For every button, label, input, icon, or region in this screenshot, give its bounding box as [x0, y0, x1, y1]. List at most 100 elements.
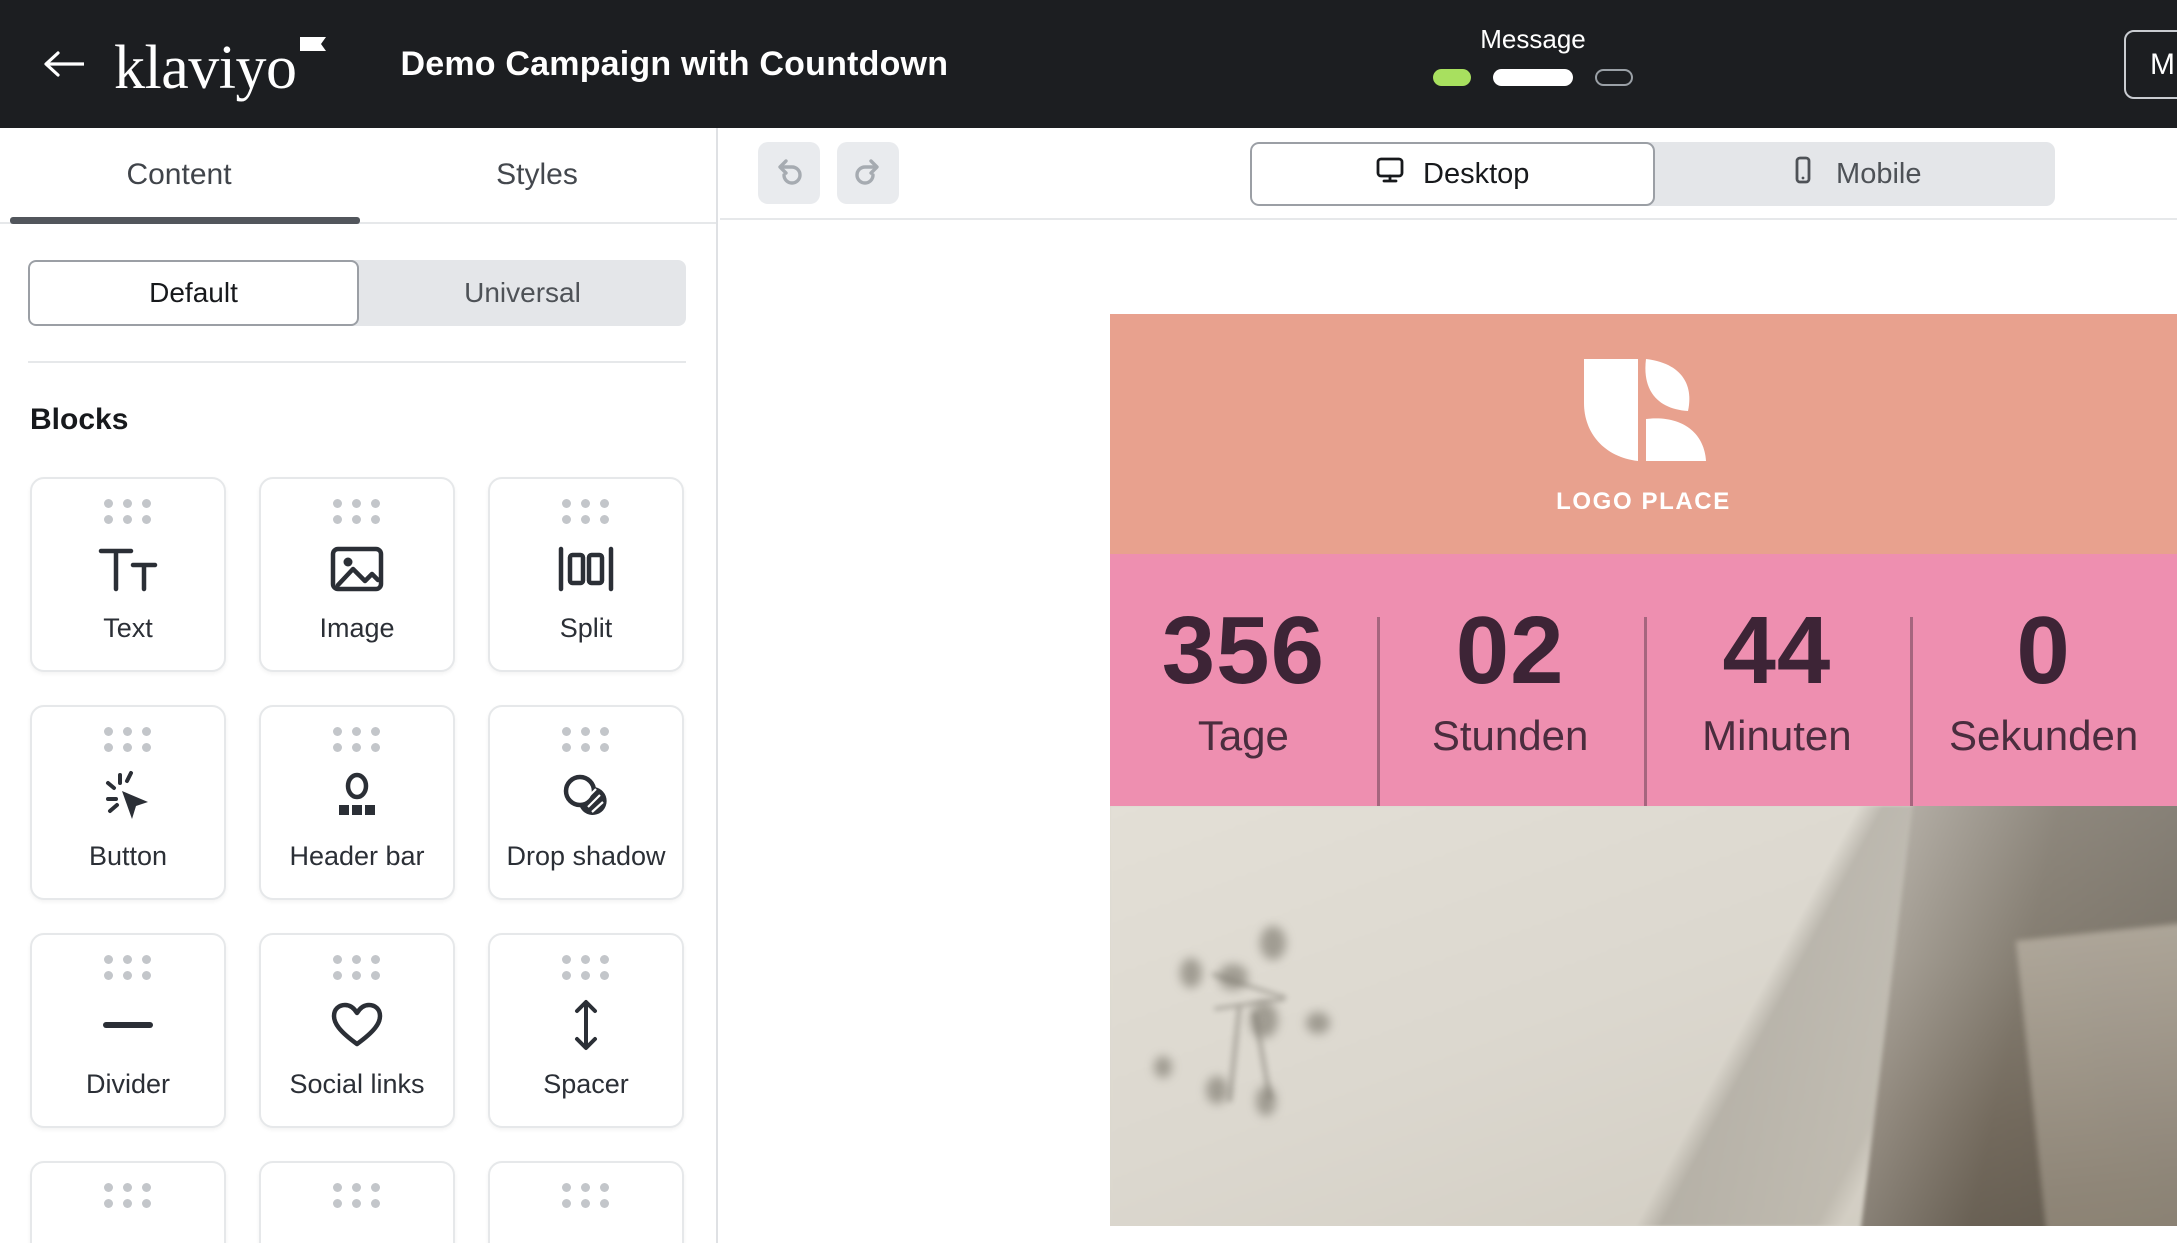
- block-card-text[interactable]: Text: [30, 477, 226, 672]
- block-label: Text: [103, 613, 153, 643]
- phone-icon: [1788, 155, 1818, 193]
- drag-handle-icon[interactable]: [333, 727, 381, 753]
- block-card-image[interactable]: Image: [259, 477, 455, 672]
- countdown-label: Stunden: [1431, 712, 1589, 759]
- block-card-envelope[interactable]: [30, 1161, 226, 1243]
- drag-handle-icon[interactable]: [104, 499, 152, 525]
- blocks-grid: Text Image Split Button Header bar Drop …: [0, 437, 716, 1243]
- photo-shadow-detail: [1206, 1076, 1228, 1104]
- step-label: Message: [1480, 24, 1586, 54]
- device-preview-toggle: Desktop Mobile: [1250, 142, 2055, 206]
- block-label: Button: [88, 841, 168, 871]
- app-topbar: klaviyo Demo Campaign with Countdown Mes…: [0, 0, 2177, 128]
- block-card-button[interactable]: Button: [30, 705, 226, 900]
- tab-styles[interactable]: Styles: [358, 128, 716, 222]
- device-desktop-label: Desktop: [1423, 157, 1530, 190]
- email-preview: LOGO PLACE 356 Tage 02 Stunden 44 Minute…: [1110, 314, 2177, 1226]
- block-card-split[interactable]: Split: [488, 477, 684, 672]
- block-card-social-links[interactable]: Social links: [259, 933, 455, 1128]
- step-pill-complete[interactable]: [1433, 69, 1471, 86]
- active-tab-underline: [10, 217, 360, 224]
- header-bar-icon: [331, 753, 383, 841]
- step-pill-current[interactable]: [1493, 69, 1573, 86]
- countdown-unit-minutes: 44 Minuten: [1643, 597, 1911, 823]
- segment-universal[interactable]: Universal: [359, 260, 686, 326]
- scope-segmented-control-wrap: Default Universal: [0, 224, 716, 363]
- countdown-timer-block[interactable]: 356 Tage 02 Stunden 44 Minuten 0 Sekunde…: [1110, 554, 2177, 823]
- topbar-action-button[interactable]: M: [2124, 30, 2177, 99]
- countdown-value: 02: [1455, 597, 1565, 704]
- photo-shadow-detail: [1306, 1012, 1330, 1034]
- countdown-unit-hours: 02 Stunden: [1376, 597, 1644, 823]
- step-pill-group: [1433, 69, 1633, 86]
- brand-leaf-logo-icon: [1576, 353, 1712, 478]
- drag-handle-icon[interactable]: [562, 727, 610, 753]
- envelope-icon: [100, 1209, 156, 1243]
- device-mobile-label: Mobile: [1836, 157, 1922, 190]
- heart-icon: [329, 981, 385, 1069]
- divider-icon: [101, 981, 155, 1069]
- vertical-arrows-icon: [569, 981, 603, 1069]
- monitor-icon: [1375, 155, 1405, 193]
- countdown-unit-seconds: 0 Sekunden: [1910, 597, 2177, 823]
- block-label: Spacer: [543, 1069, 629, 1099]
- email-hero-photo[interactable]: [1110, 806, 2177, 1226]
- undo-icon[interactable]: [758, 142, 820, 204]
- drag-handle-icon[interactable]: [104, 1183, 152, 1209]
- star-box-icon: [560, 1209, 612, 1243]
- logo-placeholder-text: LOGO PLACE: [1556, 487, 1731, 515]
- device-mobile-option[interactable]: Mobile: [1655, 142, 2056, 206]
- block-card-drop-shadow[interactable]: Drop shadow: [488, 705, 684, 900]
- history-buttons: [758, 142, 899, 204]
- editor-sidebar: Content Styles Default Universal Blocks …: [0, 128, 718, 1243]
- block-label: Header bar: [289, 841, 425, 871]
- text-format-icon: [97, 525, 159, 613]
- back-arrow-icon[interactable]: [42, 41, 88, 87]
- image-icon: [329, 525, 385, 613]
- block-label: Divider: [85, 1069, 171, 1099]
- sidebar-tabs: Content Styles: [0, 128, 716, 224]
- block-label: Split: [559, 613, 613, 643]
- drag-handle-icon[interactable]: [333, 1183, 381, 1209]
- klaviyo-logo[interactable]: klaviyo: [114, 33, 328, 99]
- drag-handle-icon[interactable]: [333, 955, 381, 981]
- block-card-header-bar[interactable]: Header bar: [259, 705, 455, 900]
- block-card-star-box[interactable]: [488, 1161, 684, 1243]
- tab-content[interactable]: Content: [0, 128, 358, 222]
- brand-wordmark: klaviyo: [114, 34, 297, 102]
- campaign-step-indicator: Message: [1433, 24, 1633, 86]
- step-pill-pending[interactable]: [1595, 69, 1633, 86]
- photo-shadow-detail: [1260, 926, 1286, 960]
- block-label: Social links: [289, 1069, 425, 1099]
- blocks-heading: Blocks: [30, 403, 129, 436]
- drag-handle-icon[interactable]: [104, 727, 152, 753]
- countdown-label: Tage: [1197, 712, 1289, 759]
- countdown-label: Minuten: [1702, 712, 1852, 759]
- photo-shadow-detail: [1180, 958, 1202, 988]
- device-desktop-option[interactable]: Desktop: [1250, 142, 1655, 206]
- drag-handle-icon[interactable]: [333, 499, 381, 525]
- countdown-value: 356: [1161, 597, 1325, 704]
- segment-default[interactable]: Default: [28, 260, 359, 326]
- redo-icon[interactable]: [837, 142, 899, 204]
- block-card-divider[interactable]: Divider: [30, 933, 226, 1128]
- split-columns-icon: [557, 525, 615, 613]
- countdown-label: Sekunden: [1949, 712, 2139, 759]
- cursor-click-icon: [100, 753, 156, 841]
- block-label: Drop shadow: [506, 841, 666, 871]
- drag-handle-icon[interactable]: [562, 499, 610, 525]
- klaviyo-flag-icon: [298, 35, 328, 66]
- drag-handle-icon[interactable]: [104, 955, 152, 981]
- email-logo-section[interactable]: LOGO PLACE: [1110, 314, 2177, 554]
- card-icon: [328, 1209, 386, 1243]
- countdown-value: 0: [2016, 597, 2071, 704]
- scope-segmented-control: Default Universal: [28, 260, 686, 326]
- photo-fabric-drape-secondary: [2015, 913, 2177, 1226]
- block-card-spacer[interactable]: Spacer: [488, 933, 684, 1128]
- canvas-toolbar: Desktop Mobile: [720, 128, 2177, 220]
- drag-handle-icon[interactable]: [562, 955, 610, 981]
- drop-shadow-icon: [558, 753, 614, 841]
- countdown-value: 44: [1722, 597, 1832, 704]
- drag-handle-icon[interactable]: [562, 1183, 610, 1209]
- block-card-card[interactable]: [259, 1161, 455, 1243]
